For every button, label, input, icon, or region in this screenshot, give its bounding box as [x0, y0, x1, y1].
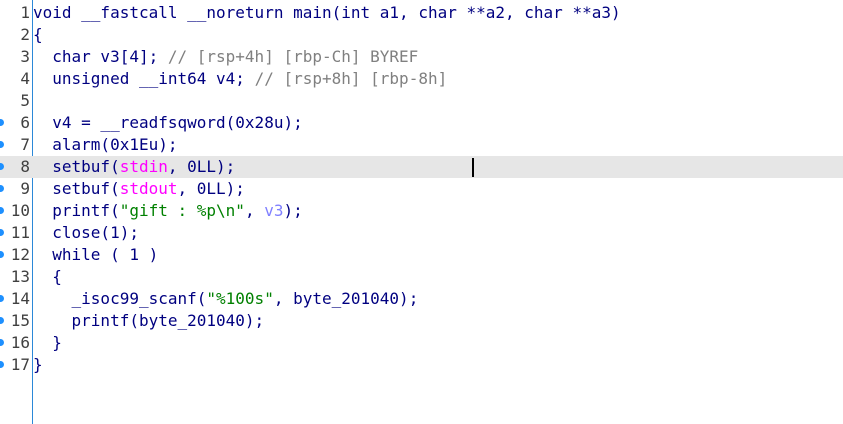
code-line[interactable]: 4 unsigned __int64 v4; // [rsp+8h] [rbp-…: [0, 68, 843, 90]
code-token: ,: [244, 201, 265, 220]
code-text[interactable]: alarm(0x1Eu);: [33, 134, 178, 156]
line-number: 17: [10, 355, 30, 374]
line-number: 8: [20, 157, 30, 176]
code-token: }: [33, 333, 62, 352]
code-text[interactable]: unsigned __int64 v4; // [rsp+8h] [rbp-8h…: [33, 68, 447, 90]
code-text[interactable]: {: [33, 266, 62, 288]
code-line[interactable]: 13 {: [0, 266, 843, 288]
code-line[interactable]: 9 setbuf(stdout, 0LL);: [0, 178, 843, 200]
line-number: 10: [10, 201, 30, 220]
code-text[interactable]: }: [33, 354, 43, 376]
text-cursor: [472, 158, 474, 177]
code-line[interactable]: 12 while ( 1 ): [0, 244, 843, 266]
code-text[interactable]: setbuf(stdin, 0LL);: [33, 156, 235, 178]
line-number: 12: [10, 245, 30, 264]
code-token: , byte_201040);: [273, 289, 419, 308]
code-line[interactable]: 1 void __fastcall __noreturn main(int a1,…: [0, 2, 843, 24]
code-text[interactable]: printf(byte_201040);: [33, 310, 265, 332]
code-line[interactable]: 14 _isoc99_scanf("%100s", byte_201040);: [0, 288, 843, 310]
code-line[interactable]: 8 setbuf(stdin, 0LL);: [0, 156, 843, 178]
code-line[interactable]: 15 printf(byte_201040);: [0, 310, 843, 332]
code-text[interactable]: v4 = __readfsqword(0x28u);: [33, 112, 303, 134]
line-number: 14: [10, 289, 30, 308]
code-text[interactable]: char v3[4]; // [rsp+4h] [rbp-Ch] BYREF: [33, 46, 418, 68]
code-token: , 0LL);: [167, 157, 236, 176]
code-token: );: [283, 201, 303, 220]
line-number: 2: [20, 25, 30, 44]
code-token: , 0LL);: [177, 179, 245, 198]
code-token: stdout: [119, 179, 178, 198]
code-text[interactable]: }: [33, 332, 62, 354]
code-token: // [rsp+4h] [rbp-Ch] BYREF: [167, 47, 419, 66]
code-token: "gift : %p\n": [119, 201, 245, 220]
line-number: 15: [10, 311, 30, 330]
code-line[interactable]: 5: [0, 90, 843, 112]
code-line[interactable]: 7 alarm(0x1Eu);: [0, 134, 843, 156]
line-number: 13: [10, 267, 30, 286]
code-token: alarm(0x1Eu);: [33, 135, 178, 154]
code-token: v4 = __readfsqword(0x28u);: [33, 113, 303, 132]
code-token: // [rsp+8h] [rbp-8h]: [254, 69, 448, 88]
line-number: 7: [20, 135, 30, 154]
pseudocode-editor[interactable]: 1 void __fastcall __noreturn main(int a1,…: [0, 0, 843, 424]
code-token: setbuf(: [33, 157, 120, 176]
line-number: 4: [20, 69, 30, 88]
code-text[interactable]: setbuf(stdout, 0LL);: [33, 178, 245, 200]
line-number: 9: [20, 179, 30, 198]
code-token: "%100s": [206, 289, 274, 308]
code-line[interactable]: 6 v4 = __readfsqword(0x28u);: [0, 112, 843, 134]
code-token: char v3[4];: [33, 47, 168, 66]
code-token: {: [33, 25, 43, 44]
code-text[interactable]: while ( 1 ): [33, 244, 158, 266]
line-number: 3: [20, 47, 30, 66]
code-token: unsigned __int64 v4;: [33, 69, 255, 88]
code-token: void __fastcall __noreturn main(int a1, …: [33, 3, 621, 22]
line-number: 5: [20, 91, 30, 110]
code-token: {: [33, 267, 62, 286]
code-line[interactable]: 17}: [0, 354, 843, 376]
line-number: 16: [10, 333, 30, 352]
code-text[interactable]: printf("gift : %p\n", v3);: [33, 200, 303, 222]
line-number: 11: [10, 223, 30, 242]
code-token: printf(: [33, 201, 120, 220]
code-token: printf(byte_201040);: [33, 311, 265, 330]
code-token: setbuf(: [33, 179, 120, 198]
code-text[interactable]: void __fastcall __noreturn main(int a1, …: [33, 2, 621, 24]
code-token: while ( 1 ): [33, 245, 159, 264]
code-token: _isoc99_scanf(: [33, 289, 207, 308]
line-number: 6: [20, 113, 30, 132]
code-text[interactable]: {: [33, 24, 43, 46]
code-token: v3: [264, 201, 284, 220]
code-line[interactable]: 10 printf("gift : %p\n", v3);: [0, 200, 843, 222]
code-text[interactable]: close(1);: [33, 222, 139, 244]
code-line[interactable]: 11 close(1);: [0, 222, 843, 244]
code-token: }: [33, 355, 43, 374]
code-token: stdin: [119, 157, 168, 176]
code-line[interactable]: 2{: [0, 24, 843, 46]
code-text[interactable]: _isoc99_scanf("%100s", byte_201040);: [33, 288, 419, 310]
code-line[interactable]: 16 }: [0, 332, 843, 354]
code-token: close(1);: [33, 223, 139, 242]
line-number: 1: [20, 3, 30, 22]
code-line[interactable]: 3 char v3[4]; // [rsp+4h] [rbp-Ch] BYREF: [0, 46, 843, 68]
